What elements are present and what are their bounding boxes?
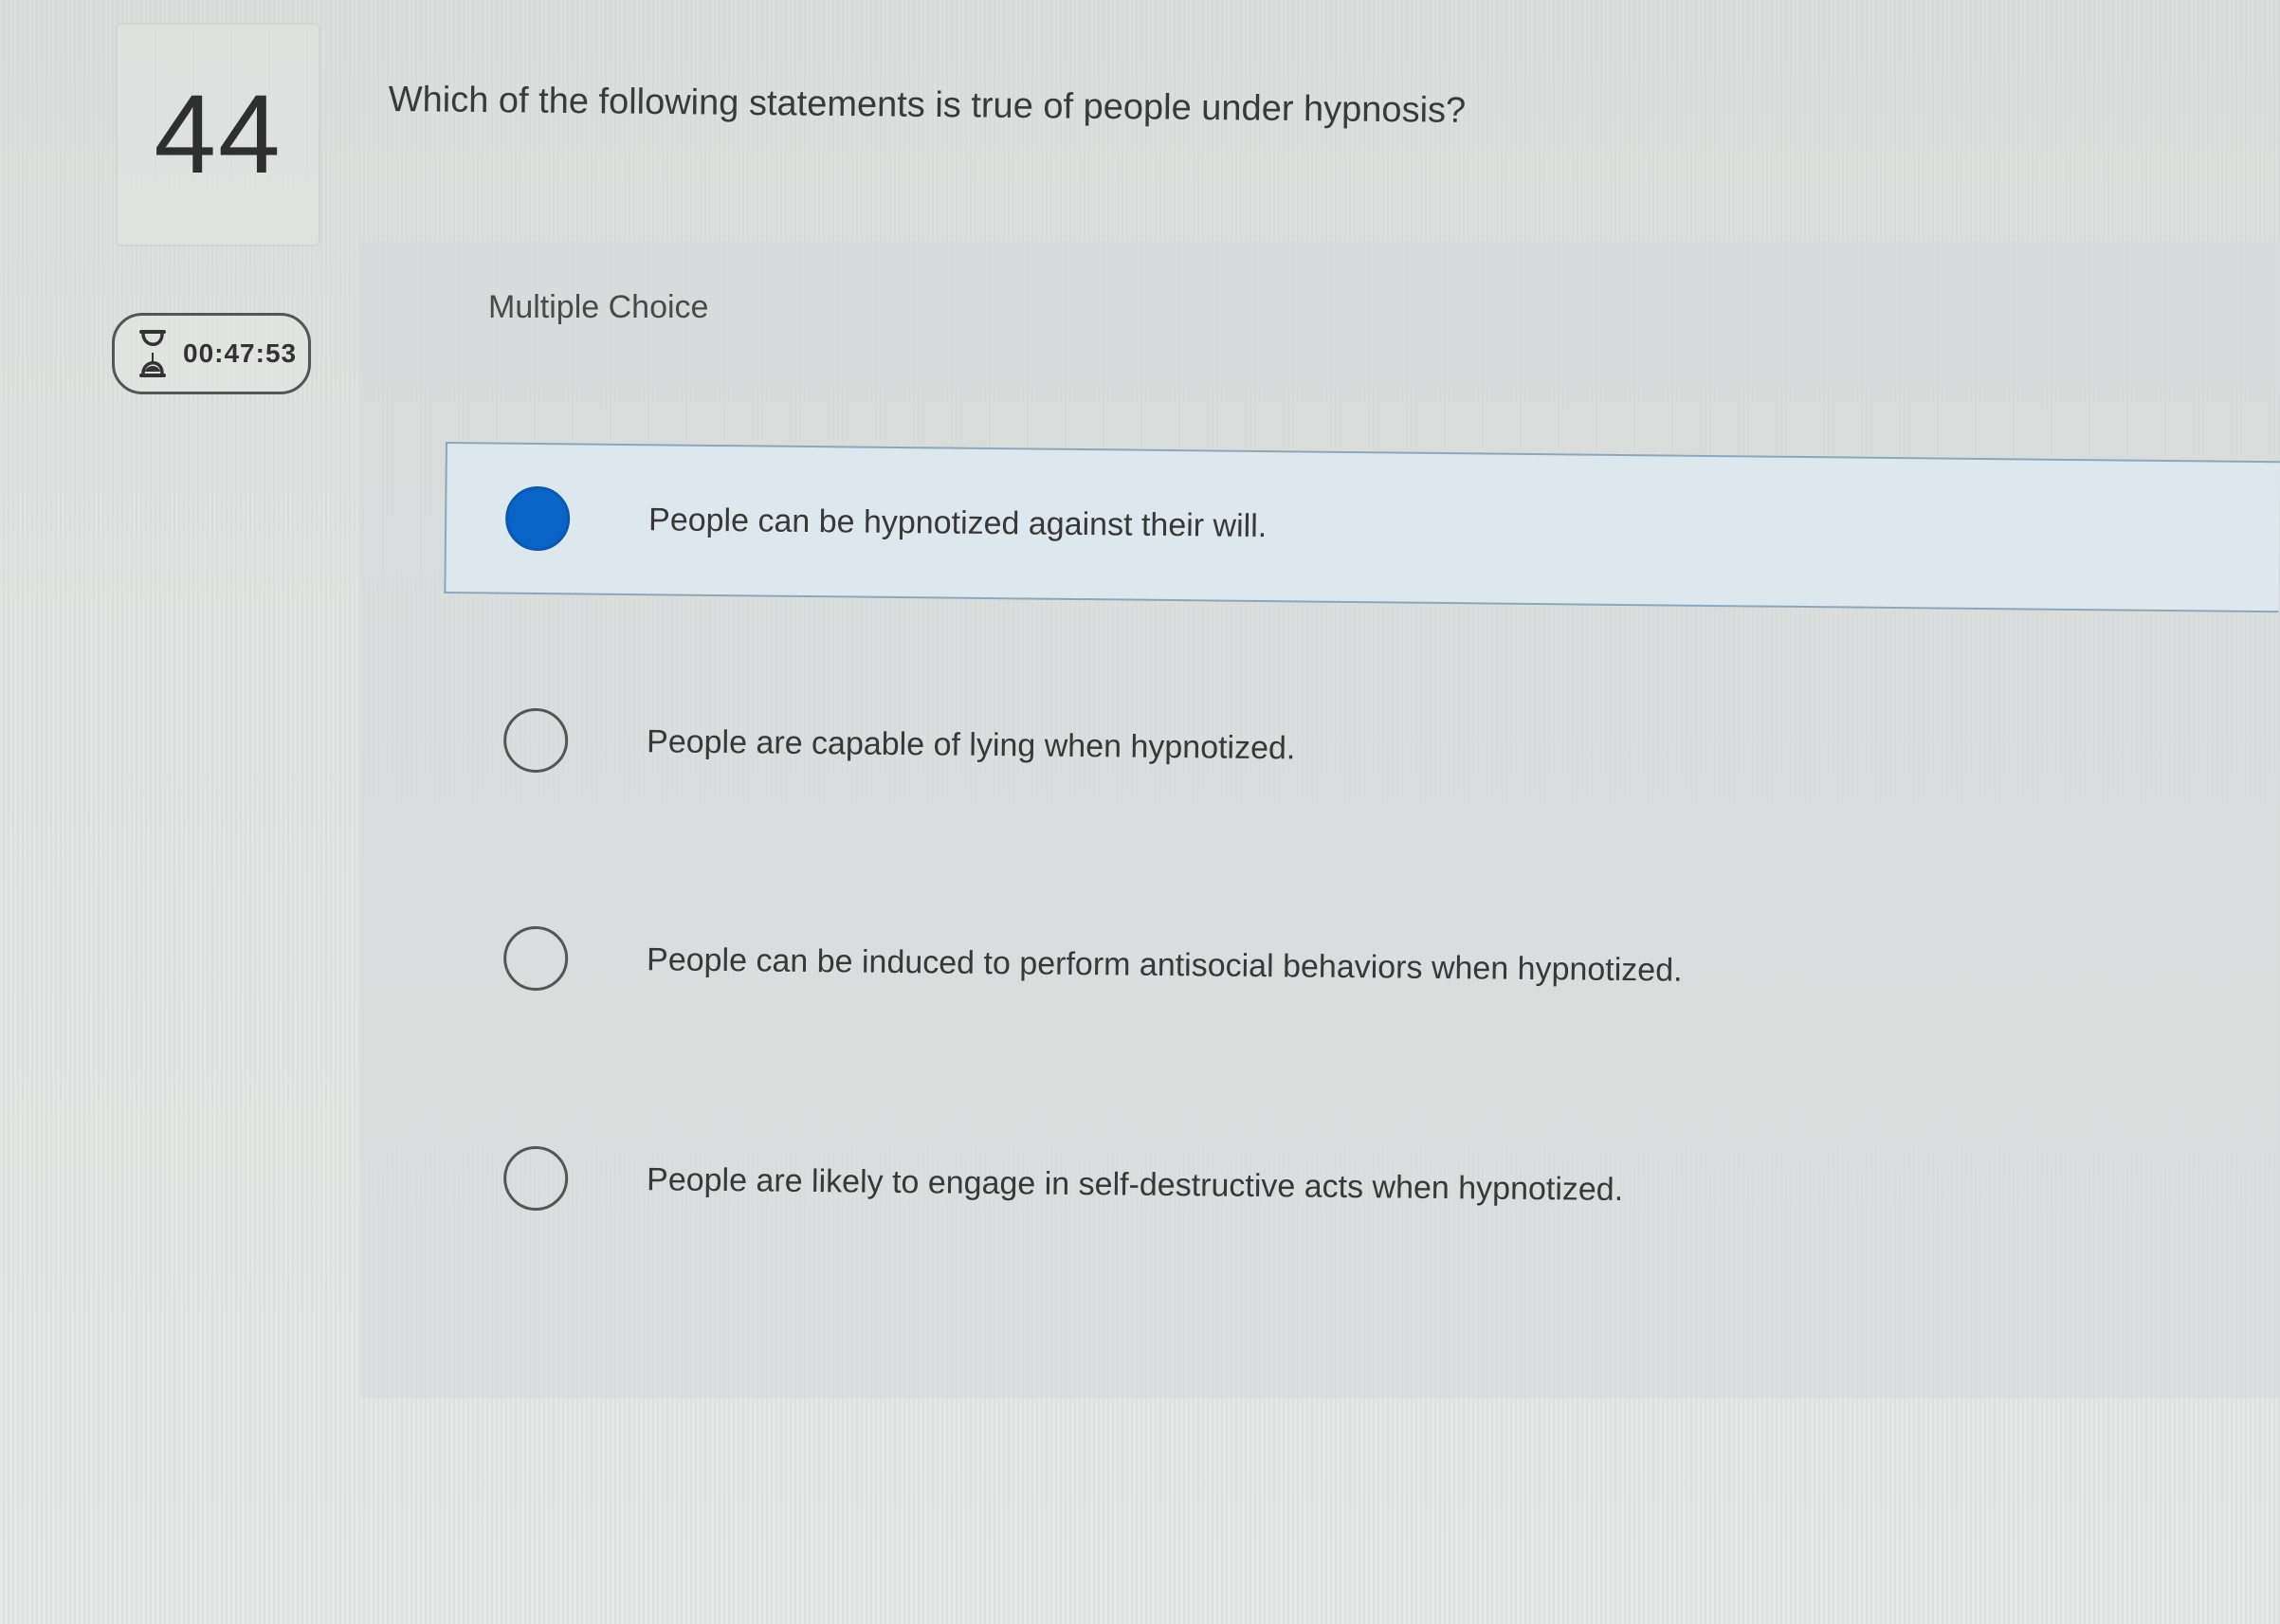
timer-value: 00:47:53 bbox=[183, 338, 298, 368]
choice-option-3[interactable]: People can be induced to perform antisoc… bbox=[444, 882, 2280, 1052]
radio-button[interactable] bbox=[502, 925, 569, 992]
choice-label: People can be hypnotized against their w… bbox=[648, 501, 1268, 544]
timer-pill[interactable]: 00:47:53 bbox=[112, 313, 311, 394]
choice-label: People are likely to engage in self-dest… bbox=[646, 1160, 1624, 1208]
choice-option-4[interactable]: People are likely to engage in self-dest… bbox=[444, 1102, 2280, 1272]
question-prompt: Which of the following statements is tru… bbox=[388, 80, 1467, 131]
radio-button-selected[interactable] bbox=[504, 485, 571, 552]
question-number: 44 bbox=[154, 72, 283, 197]
choice-option-2[interactable]: People are capable of lying when hypnoti… bbox=[444, 664, 2280, 834]
radio-button[interactable] bbox=[502, 707, 569, 774]
hourglass-icon bbox=[139, 330, 166, 377]
question-type-label: Multiple Choice bbox=[488, 289, 709, 325]
choice-label: People are capable of lying when hypnoti… bbox=[646, 722, 1296, 766]
choice-label: People can be induced to perform antisoc… bbox=[646, 940, 1683, 989]
choice-option-1[interactable]: People can be hypnotized against their w… bbox=[444, 442, 2280, 613]
question-number-box: 44 bbox=[116, 23, 320, 246]
radio-button[interactable] bbox=[502, 1145, 569, 1212]
